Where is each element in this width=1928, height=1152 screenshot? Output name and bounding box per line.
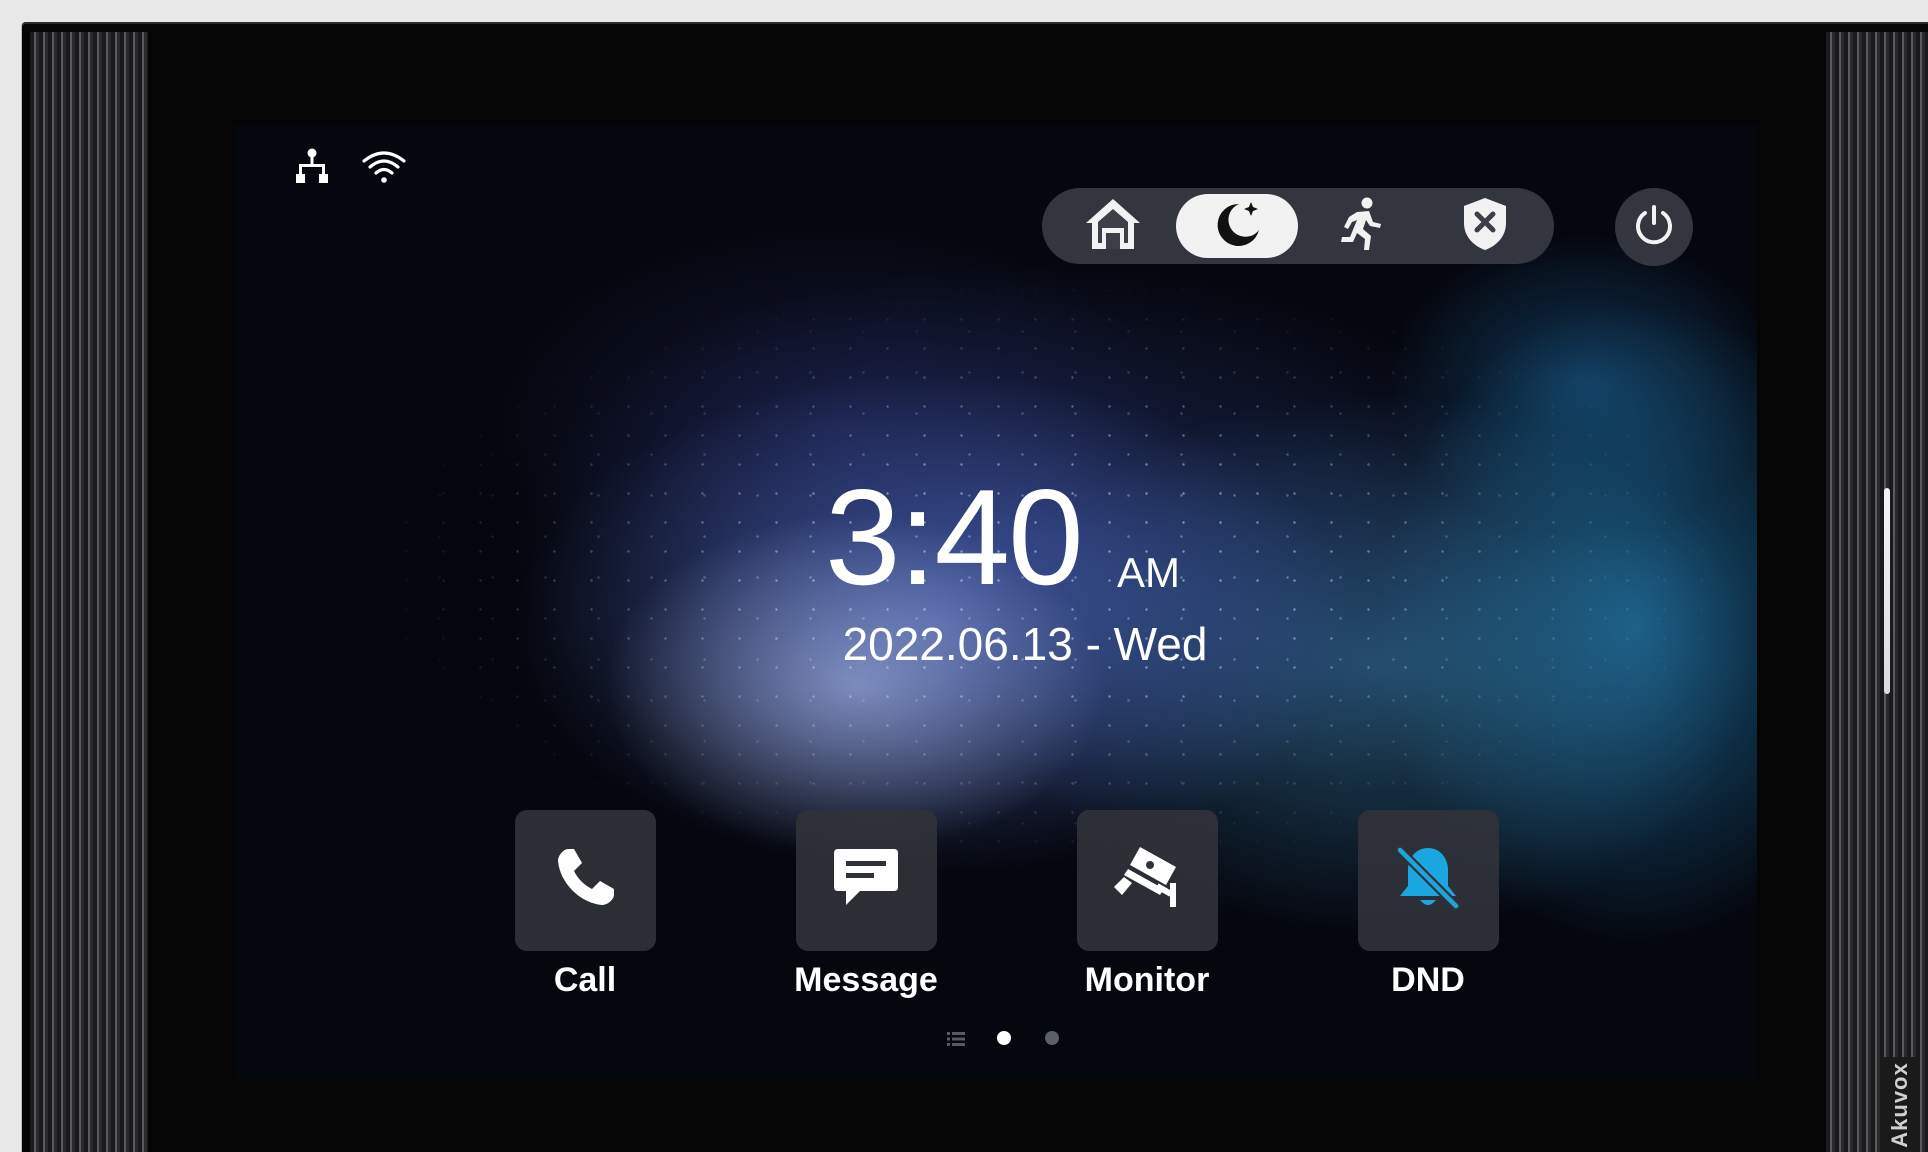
home-screen: 3:40 AM 2022.06.13 - Wed Call Message Mo… — [235, 124, 1757, 1080]
network-icon — [295, 148, 329, 184]
clock: 3:40 AM — [825, 461, 1245, 613]
mode-night-button[interactable] — [1176, 194, 1298, 258]
clock-date: 2022.06.13 - Wed — [842, 618, 1208, 670]
home-icon — [1082, 195, 1144, 258]
clock-time: 3:40 — [825, 461, 1084, 613]
list-view-icon[interactable] — [947, 1031, 965, 1052]
clock-ampm: AM — [1117, 549, 1180, 596]
power-button[interactable] — [1615, 188, 1693, 266]
app-call[interactable]: Call — [505, 810, 665, 1000]
app-message-label: Message — [794, 961, 938, 999]
camera-icon — [1110, 843, 1184, 918]
running-person-icon — [1335, 196, 1387, 257]
app-message[interactable]: Message — [786, 810, 946, 1000]
page-dot-1[interactable] — [997, 1031, 1011, 1045]
shield-x-icon — [1460, 195, 1510, 258]
app-call-tile[interactable] — [514, 810, 656, 951]
speaker-grille-right — [1826, 32, 1928, 1152]
mode-away-button[interactable] — [1300, 194, 1422, 258]
page-dot-2[interactable] — [1045, 1031, 1059, 1045]
app-message-tile[interactable] — [795, 810, 937, 951]
message-icon — [830, 845, 902, 916]
app-monitor-label: Monitor — [1084, 961, 1210, 999]
side-indicator-light — [1884, 488, 1890, 694]
app-dnd[interactable]: DND — [1348, 810, 1508, 1000]
app-dnd-label: DND — [1391, 961, 1465, 999]
app-monitor-tile[interactable] — [1076, 810, 1218, 951]
arming-mode-bar — [1042, 188, 1554, 264]
device-frame: Akuvox 3:40 AM 2022.06.13 - Wed Call Mes… — [22, 22, 1928, 1152]
app-dnd-tile[interactable] — [1357, 810, 1499, 951]
app-monitor[interactable]: Monitor — [1067, 810, 1227, 1000]
mode-disarm-button[interactable] — [1424, 194, 1546, 258]
speaker-grille-left — [30, 32, 148, 1152]
moon-icon — [1209, 196, 1265, 257]
wifi-icon — [361, 149, 407, 185]
mode-home-button[interactable] — [1052, 194, 1174, 258]
app-call-label: Call — [553, 961, 617, 999]
power-icon — [1632, 203, 1676, 252]
brand-label: Akuvox — [1880, 1057, 1920, 1152]
phone-icon — [550, 843, 620, 918]
bell-off-icon — [1392, 842, 1464, 919]
